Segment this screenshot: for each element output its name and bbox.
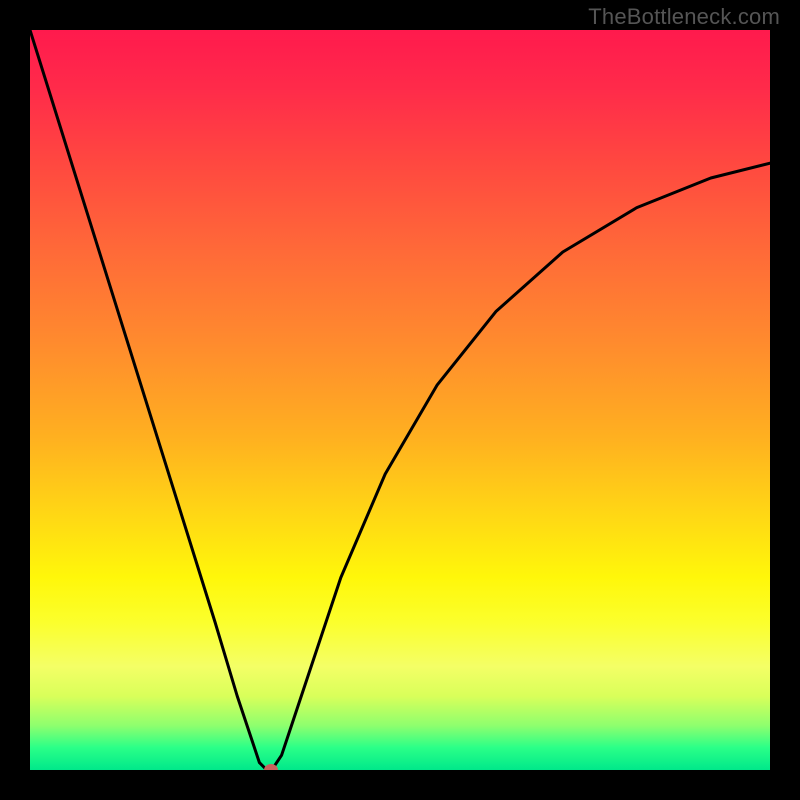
- watermark-text: TheBottleneck.com: [588, 4, 780, 30]
- chart-frame: TheBottleneck.com: [0, 0, 800, 800]
- plot-area: [30, 30, 770, 770]
- optimum-marker: [264, 764, 278, 770]
- curve-layer: [30, 30, 770, 770]
- bottleneck-curve-path: [30, 30, 770, 770]
